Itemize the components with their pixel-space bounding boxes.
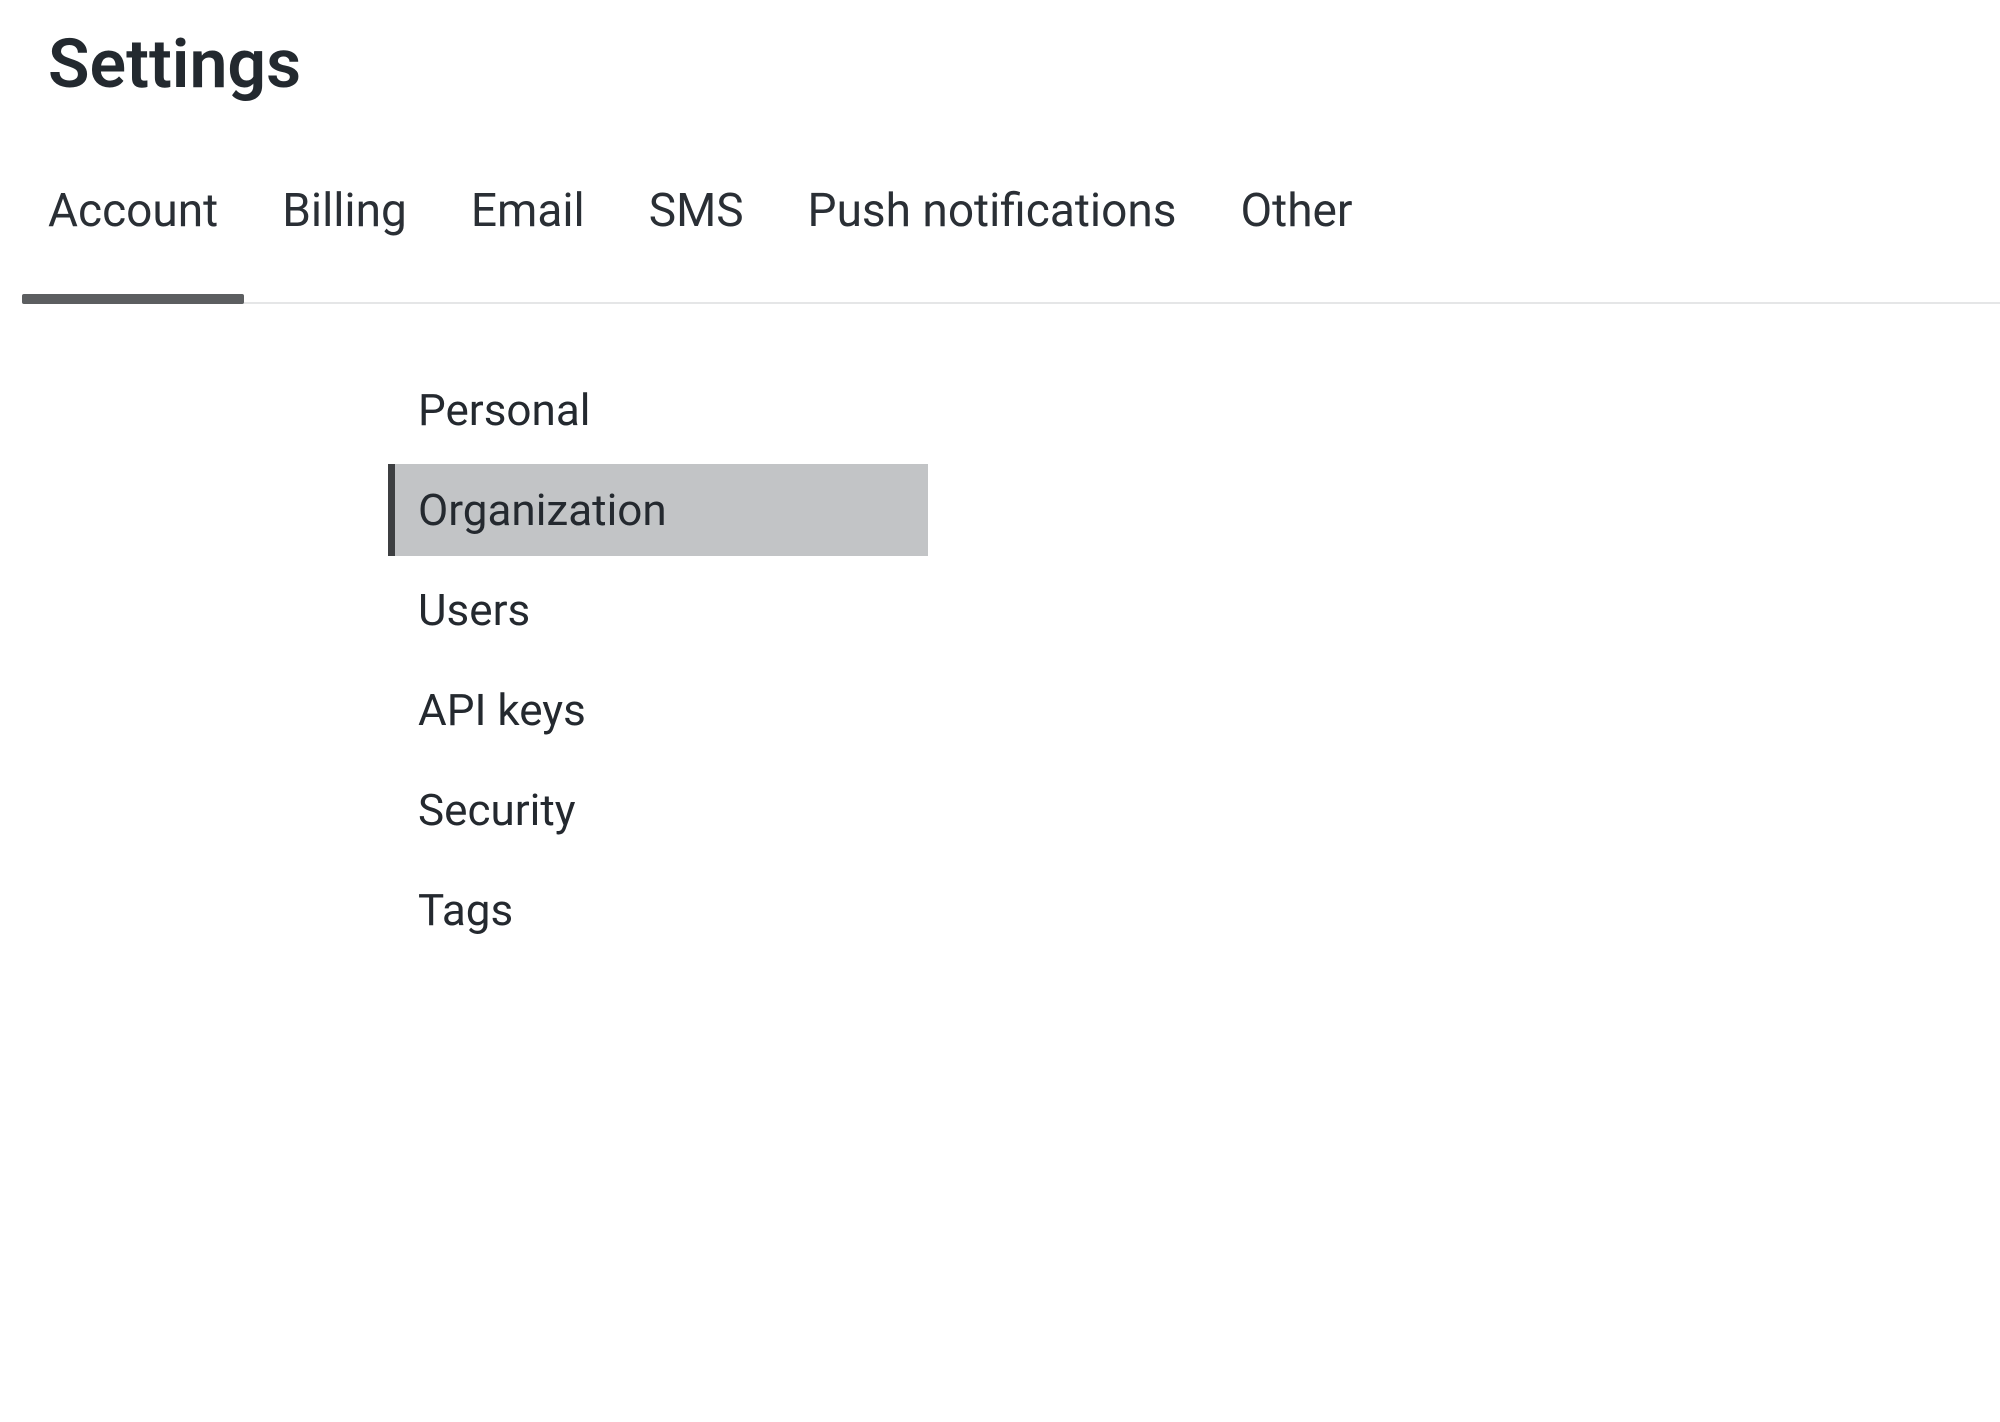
account-sidebar: Personal Organization Users API keys Sec… <box>388 364 928 964</box>
sidebar-item-tags[interactable]: Tags <box>388 864 928 956</box>
tab-sms[interactable]: SMS <box>649 176 744 302</box>
sidebar-item-label: Users <box>418 584 530 636</box>
sidebar-item-api-keys[interactable]: API keys <box>388 664 928 756</box>
tab-email[interactable]: Email <box>471 176 585 302</box>
sidebar-item-label: Security <box>418 784 576 836</box>
settings-tabs: Account Billing Email SMS Push notificat… <box>48 176 2000 304</box>
sidebar-item-label: Organization <box>418 484 667 536</box>
page-title: Settings <box>48 24 2000 104</box>
sidebar-item-label: Personal <box>418 384 590 436</box>
sidebar-item-personal[interactable]: Personal <box>388 364 928 456</box>
sidebar-item-label: Tags <box>418 884 513 936</box>
sidebar-item-users[interactable]: Users <box>388 564 928 656</box>
sidebar-item-security[interactable]: Security <box>388 764 928 856</box>
settings-content: Personal Organization Users API keys Sec… <box>48 304 2000 964</box>
sidebar-item-label: API keys <box>418 684 586 736</box>
tab-other[interactable]: Other <box>1241 176 1353 302</box>
tab-push-notifications[interactable]: Push notifications <box>808 176 1177 302</box>
tab-billing[interactable]: Billing <box>282 176 407 302</box>
sidebar-item-organization[interactable]: Organization <box>388 464 928 556</box>
tab-account[interactable]: Account <box>48 176 218 302</box>
